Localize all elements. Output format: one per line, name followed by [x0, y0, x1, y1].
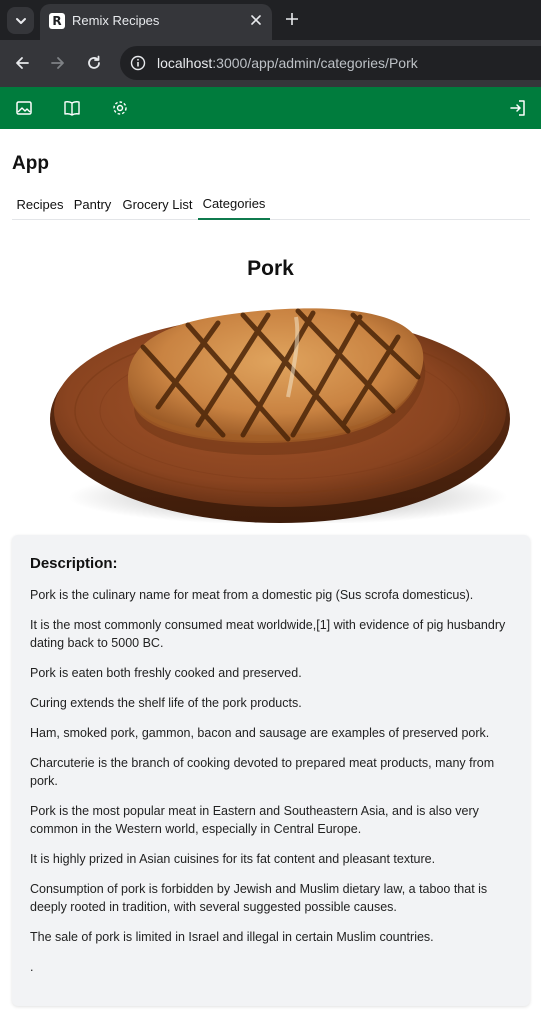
arrow-left-icon: [16, 57, 29, 69]
plus-icon: [286, 13, 298, 25]
app-title: App: [12, 153, 49, 174]
tab-categories[interactable]: Categories: [198, 188, 270, 220]
close-icon: [251, 15, 261, 25]
browser-toolbar: localhost:3000/app/admin/categories/Pork: [0, 40, 541, 87]
description-paragraph: The sale of pork is limited in Israel an…: [30, 930, 434, 944]
tab-recipes[interactable]: Recipes: [12, 188, 68, 220]
settings-nav-button[interactable]: [110, 98, 130, 118]
book-open-icon: [64, 101, 80, 116]
remix-favicon-icon: R: [49, 13, 65, 29]
image-icon: [16, 101, 32, 115]
description-paragraph: It is highly prized in Asian cuisines fo…: [30, 852, 436, 866]
browser-tab-strip: R Remix Recipes: [0, 0, 541, 40]
reload-icon: [88, 55, 100, 69]
description-heading: Description:: [30, 555, 118, 572]
url-path: :3000/app/admin/categories/Pork: [212, 55, 418, 71]
description-card: Description: Pork is the culinary name f…: [12, 535, 530, 1006]
description-paragraph: Pork is the culinary name for meat from …: [30, 588, 474, 602]
description-paragraph: Pork is the most popular meat in Eastern…: [30, 804, 479, 836]
image-nav-button[interactable]: [14, 98, 34, 118]
reload-button[interactable]: [83, 52, 105, 74]
book-nav-button[interactable]: [62, 98, 82, 118]
chevron-down-icon: [15, 17, 26, 24]
tab-pantry[interactable]: Pantry: [68, 188, 117, 220]
tab-title: Remix Recipes: [72, 13, 160, 28]
url-host: localhost: [157, 55, 213, 71]
app-header: [0, 87, 541, 129]
url-text: localhost:3000/app/admin/categories/Pork: [157, 55, 418, 71]
tab-grocery-list[interactable]: Grocery List: [117, 188, 198, 220]
description-paragraph: .: [30, 960, 34, 974]
description-paragraph: It is the most commonly consumed meat wo…: [30, 618, 506, 650]
app-nav-tabs: Recipes Pantry Grocery List Categories: [12, 188, 530, 220]
tab-search-button[interactable]: [7, 7, 34, 34]
address-bar[interactable]: localhost:3000/app/admin/categories/Pork: [120, 46, 541, 80]
gear-icon: [113, 101, 127, 115]
browser-tab[interactable]: R Remix Recipes: [40, 4, 272, 40]
logout-button[interactable]: [508, 98, 528, 118]
back-button[interactable]: [11, 52, 33, 74]
arrow-right-icon: [51, 57, 64, 69]
description-paragraph: Ham, smoked pork, gammon, bacon and saus…: [30, 726, 490, 740]
info-icon: [130, 55, 146, 71]
site-info-button[interactable]: [128, 53, 148, 73]
description-paragraph: Curing extends the shelf life of the por…: [30, 696, 302, 710]
close-tab-button[interactable]: [247, 11, 265, 29]
description-paragraph: Consumption of pork is forbidden by Jewi…: [30, 882, 488, 914]
category-image: [50, 308, 510, 523]
new-tab-button[interactable]: [283, 9, 301, 29]
forward-button[interactable]: [47, 52, 69, 74]
description-paragraph: Charcuterie is the branch of cooking dev…: [30, 756, 495, 788]
logout-icon: [510, 100, 525, 116]
category-title: Pork: [247, 257, 294, 280]
description-paragraph: Pork is eaten both freshly cooked and pr…: [30, 666, 302, 680]
